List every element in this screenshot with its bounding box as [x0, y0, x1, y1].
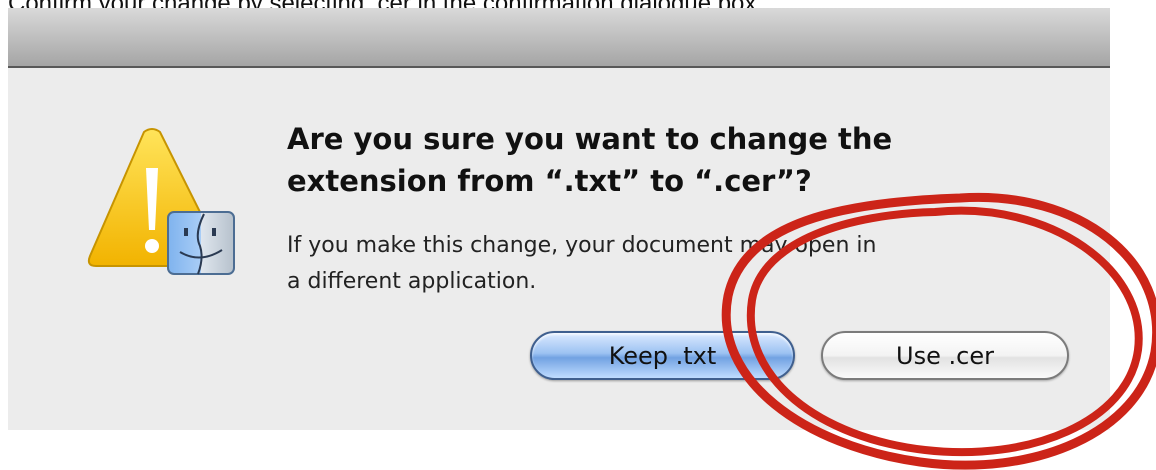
- dialog-message: If you make this change, your document m…: [287, 228, 876, 300]
- dialog-titlebar[interactable]: [8, 8, 1110, 68]
- keep-txt-button[interactable]: Keep .txt: [530, 331, 795, 380]
- warning-triangle-icon: [87, 128, 235, 275]
- dialog-title-line: extension from “.txt” to “.cer”?: [287, 164, 812, 198]
- dialog-message-line: a different application.: [287, 269, 537, 294]
- finder-icon: [167, 211, 235, 275]
- dialog-title: Are you sure you want to change the exte…: [287, 118, 892, 202]
- dialog-message-line: If you make this change, your document m…: [287, 233, 877, 258]
- confirmation-dialog: Are you sure you want to change the exte…: [8, 8, 1110, 430]
- dialog-title-line: Are you sure you want to change the: [287, 122, 893, 156]
- use-cer-button[interactable]: Use .cer: [821, 331, 1069, 380]
